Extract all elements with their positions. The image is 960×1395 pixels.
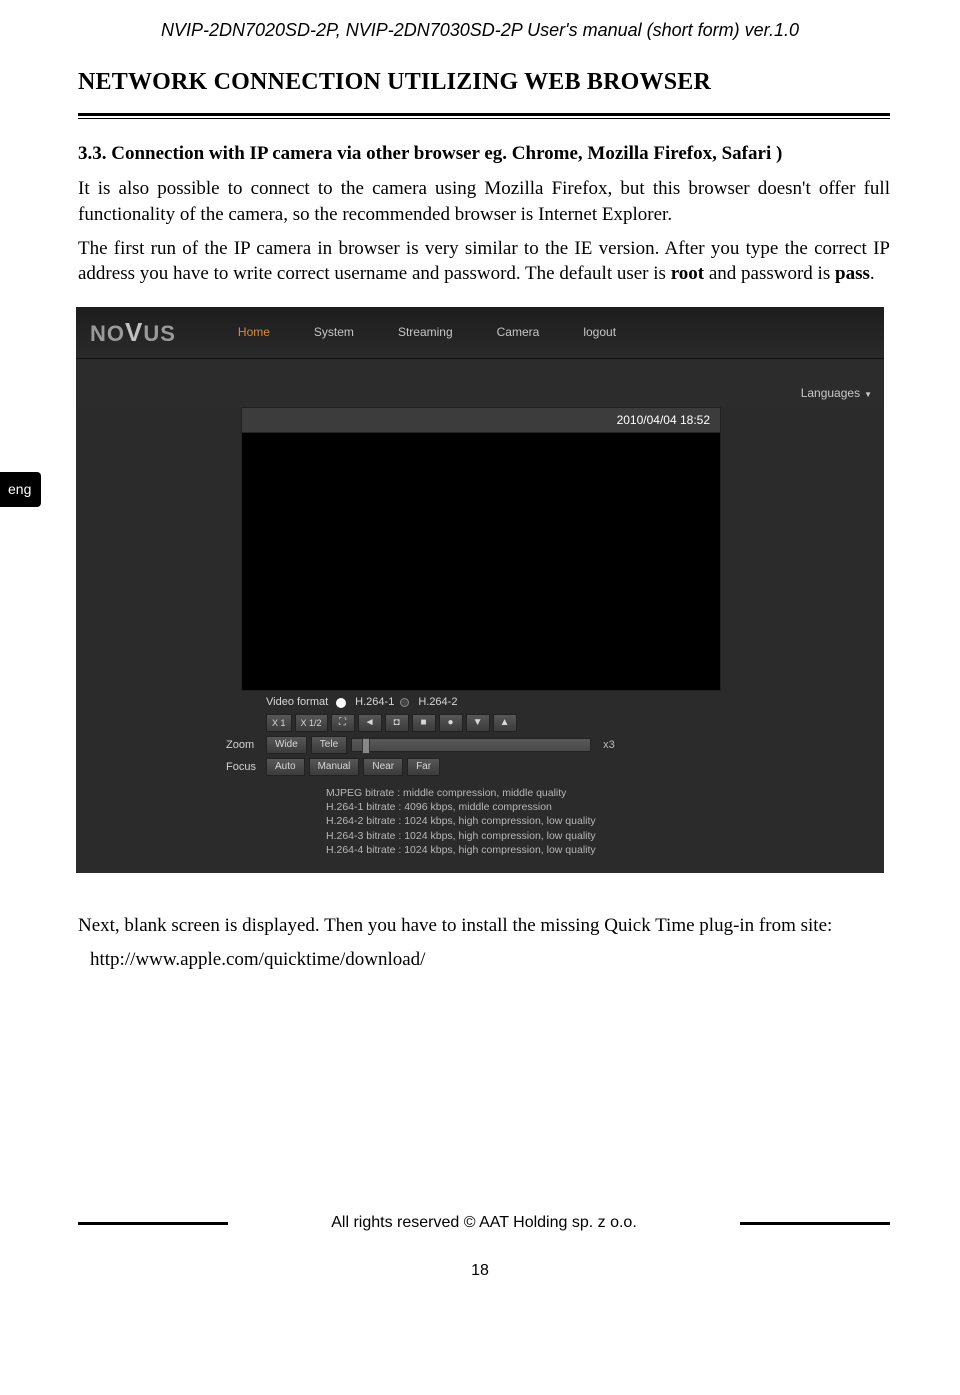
bitrate-line: MJPEG bitrate : middle compression, midd… — [326, 786, 884, 800]
quicktime-link: http://www.apple.com/quicktime/download/ — [78, 947, 890, 973]
radio-icon[interactable] — [336, 698, 346, 708]
section-title: NETWORK CONNECTION UTILIZING WEB BROWSER — [78, 66, 890, 98]
zoom-x1-button[interactable]: X 1 — [266, 714, 292, 732]
body-text: and password is — [704, 263, 835, 284]
language-side-tab: eng — [0, 472, 41, 507]
zoom-x12-button[interactable]: X 1/2 — [295, 714, 328, 732]
bitrate-line: H.264-2 bitrate : 1024 kbps, high compre… — [326, 814, 884, 828]
stop-button[interactable]: ■ — [412, 714, 436, 732]
novus-logo: NOVUS — [90, 315, 216, 350]
subsection-title: 3.3. Connection with IP camera via other… — [78, 141, 890, 167]
bitrate-line: H.264-1 bitrate : 4096 kbps, middle comp… — [326, 800, 884, 814]
zoom-wide-button[interactable]: Wide — [266, 736, 307, 754]
chevron-down-icon: ▼ — [864, 390, 872, 399]
zoom-tele-button[interactable]: Tele — [311, 736, 347, 754]
video-timestamp: 2010/04/04 18:52 — [241, 407, 721, 433]
page-number: 18 — [0, 1240, 960, 1306]
up-button[interactable]: ▲ — [493, 714, 517, 732]
body-text: . — [870, 263, 875, 284]
nav-home[interactable]: Home — [216, 306, 292, 358]
footer-bar-left — [78, 1222, 228, 1225]
focus-manual-button[interactable]: Manual — [309, 758, 360, 776]
zoom-value: x3 — [603, 738, 615, 753]
slider-thumb-icon[interactable] — [362, 738, 370, 754]
footer-rule: All rights reserved © AAT Holding sp. z … — [78, 1212, 890, 1234]
languages-label: Languages — [801, 386, 860, 400]
nav-system[interactable]: System — [292, 306, 376, 358]
body-paragraph: Next, blank screen is displayed. Then yo… — [78, 913, 890, 939]
top-nav: NOVUS Home System Streaming Camera logou… — [76, 307, 884, 359]
radio-icon[interactable] — [400, 698, 409, 707]
default-password: pass — [835, 263, 870, 284]
video-panel: 2010/04/04 18:52 — [76, 407, 884, 691]
fullscreen-button[interactable]: ⛶ — [331, 714, 355, 732]
focus-far-button[interactable]: Far — [407, 758, 440, 776]
languages-dropdown[interactable]: Languages ▼ — [76, 359, 884, 407]
nav-logout[interactable]: logout — [561, 306, 638, 358]
video-format-option[interactable]: H.264-2 — [418, 695, 457, 710]
zoom-slider[interactable] — [351, 738, 591, 752]
focus-row: Focus Auto Manual Near Far — [76, 756, 884, 778]
video-format-label: Video format — [266, 695, 328, 710]
focus-label: Focus — [226, 760, 262, 775]
logo-text: NO — [90, 321, 125, 346]
record-button[interactable]: ● — [439, 714, 463, 732]
logo-text: V — [125, 317, 143, 347]
snapshot-button[interactable]: ◘ — [385, 714, 409, 732]
default-user: root — [671, 263, 704, 284]
video-format-option[interactable]: H.264-1 — [355, 695, 394, 710]
zoom-label: Zoom — [226, 738, 262, 753]
camera-ui-screenshot: NOVUS Home System Streaming Camera logou… — [76, 307, 884, 873]
playback-toolbar: X 1 X 1/2 ⛶ ◄ ◘ ■ ● ▼ ▲ — [76, 712, 884, 734]
video-format-row: Video format H.264-1 H.264-2 — [76, 691, 884, 712]
bitrate-line: H.264-3 bitrate : 1024 kbps, high compre… — [326, 829, 884, 843]
rewind-button[interactable]: ◄ — [358, 714, 382, 732]
bitrate-info: MJPEG bitrate : middle compression, midd… — [76, 778, 884, 873]
footer-copyright: All rights reserved © AAT Holding sp. z … — [246, 1212, 722, 1234]
body-paragraph: The first run of the IP camera in browse… — [78, 236, 890, 287]
footer-bar-right — [740, 1222, 890, 1225]
body-paragraph: It is also possible to connect to the ca… — [78, 176, 890, 227]
zoom-row: Zoom Wide Tele x3 — [76, 734, 884, 756]
nav-streaming[interactable]: Streaming — [376, 306, 475, 358]
nav-camera[interactable]: Camera — [475, 306, 562, 358]
focus-auto-button[interactable]: Auto — [266, 758, 305, 776]
focus-near-button[interactable]: Near — [363, 758, 403, 776]
section-rule — [78, 113, 890, 119]
video-feed[interactable] — [241, 433, 721, 691]
document-header: NVIP-2DN7020SD-2P, NVIP-2DN7030SD-2P Use… — [0, 0, 960, 58]
bitrate-line: H.264-4 bitrate : 1024 kbps, high compre… — [326, 843, 884, 857]
logo-text: US — [143, 321, 176, 346]
down-button[interactable]: ▼ — [466, 714, 490, 732]
